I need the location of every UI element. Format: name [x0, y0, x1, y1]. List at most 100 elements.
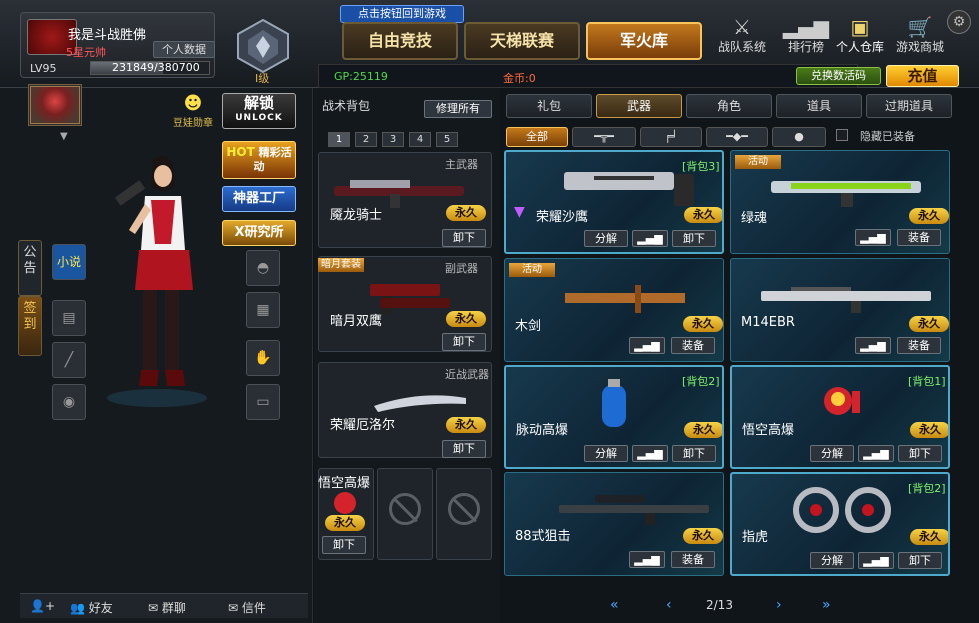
- hide-equipped-checkbox[interactable]: [836, 129, 848, 141]
- group-chat-button[interactable]: ✉ 群聊: [148, 599, 186, 616]
- weapon-card[interactable]: [背包3] ▼ 荣耀沙鹰 永久 分解 ▂▄▆ 卸下: [504, 150, 724, 254]
- melee-weapon-perm: 永久: [446, 417, 486, 433]
- add-friend-icon[interactable]: 👤+: [30, 599, 55, 613]
- weapon-card[interactable]: [背包1] 悟空高爆 永久 分解 ▂▄▆ 卸下: [730, 365, 950, 469]
- stats-bars-icon[interactable]: ▂▄▆: [858, 552, 894, 569]
- first-page-icon[interactable]: «: [610, 597, 619, 613]
- backpack-slot-icon[interactable]: ▤: [52, 300, 86, 336]
- hot-events-button[interactable]: HOT 精彩活动: [222, 141, 296, 179]
- filter-pistol-icon[interactable]: ╒╛: [640, 127, 702, 147]
- x-lab-button[interactable]: X研究所: [222, 220, 296, 246]
- tab-ladder[interactable]: 天梯联赛: [464, 22, 580, 60]
- disassemble-button[interactable]: 分解: [810, 445, 854, 462]
- weapon-card[interactable]: 活动 木剑 永久 ▂▄▆ 装备: [504, 258, 724, 362]
- doll-medal-icon: ☻: [183, 93, 203, 114]
- equip-button[interactable]: 装备: [897, 337, 941, 354]
- game-mall-button[interactable]: 🛒 游戏商城: [894, 16, 946, 55]
- weapon-card-perm: 永久: [683, 528, 723, 544]
- equip-button[interactable]: 装备: [671, 337, 715, 354]
- weapon-card[interactable]: 88式狙击 永久 ▂▄▆ 装备: [504, 472, 724, 576]
- disassemble-button[interactable]: 分解: [584, 445, 628, 462]
- friends-button[interactable]: 👥 好友: [70, 599, 113, 616]
- stats-bars-icon[interactable]: ▂▄▆: [855, 229, 891, 246]
- personal-warehouse-button[interactable]: ▣ 个人仓库: [834, 16, 886, 55]
- gloves-slot-icon[interactable]: ✋: [246, 340, 280, 376]
- mail-icon: ✉: [228, 601, 239, 615]
- next-page-icon[interactable]: ›: [776, 597, 782, 613]
- mail-button[interactable]: ✉ 信件: [228, 599, 266, 616]
- armor-slot-icon[interactable]: ◉: [52, 384, 86, 420]
- stats-bars-icon[interactable]: ▂▄▆: [629, 551, 665, 568]
- unequip-button[interactable]: 卸下: [898, 552, 942, 569]
- tab-gift-packs[interactable]: 礼包: [506, 94, 592, 118]
- primary-weapon-unequip-button[interactable]: 卸下: [442, 229, 486, 247]
- backpack-page-1[interactable]: 1: [328, 132, 350, 147]
- personal-data-button[interactable]: 个人数据: [153, 41, 215, 58]
- novel-icon[interactable]: 小说: [52, 244, 86, 280]
- filter-melee-icon[interactable]: ━◆━: [706, 127, 768, 147]
- weapon-card-perm: 永久: [910, 529, 948, 545]
- chat-label: 群聊: [161, 601, 186, 615]
- unequip-button[interactable]: 卸下: [672, 445, 716, 462]
- clan-system-button[interactable]: ⚔ 战队系统: [716, 16, 768, 55]
- filter-grenade-icon[interactable]: ●: [772, 127, 826, 147]
- backpack-page-3[interactable]: 3: [382, 132, 404, 147]
- weapon-card[interactable]: [背包2] 脉动高爆 永久 分解 ▂▄▆ 卸下: [504, 365, 724, 469]
- equip-button[interactable]: 装备: [671, 551, 715, 568]
- unequip-button[interactable]: 卸下: [898, 445, 942, 462]
- tab-items[interactable]: 道具: [776, 94, 862, 118]
- tab-expired-items[interactable]: 过期道具: [866, 94, 952, 118]
- empty-slot[interactable]: [436, 468, 492, 560]
- stats-bars-icon[interactable]: ▂▄▆: [632, 230, 668, 247]
- leaderboard-button[interactable]: ▂▄▆ 排行榜: [780, 16, 832, 55]
- signin-tab[interactable]: 签到: [18, 296, 42, 356]
- weapon-card[interactable]: [背包2] 指虎 永久 分解 ▂▄▆ 卸下: [730, 472, 950, 576]
- tab-free-battle[interactable]: 自由竞技: [342, 22, 458, 60]
- backpack-page-4[interactable]: 4: [409, 132, 431, 147]
- character-model: [107, 155, 207, 407]
- recharge-button[interactable]: 充值: [886, 65, 959, 87]
- backpack-page-5[interactable]: 5: [436, 132, 458, 147]
- melee-weapon-unequip-button[interactable]: 卸下: [442, 440, 486, 458]
- empty-slot[interactable]: [377, 468, 433, 560]
- secondary-weapon-set-tag: 暗月套装: [318, 258, 364, 272]
- equip-button[interactable]: 装备: [897, 229, 941, 246]
- secondary-weapon-unequip-button[interactable]: 卸下: [442, 333, 486, 351]
- disassemble-button[interactable]: 分解: [584, 230, 628, 247]
- helmet-slot-icon[interactable]: ◓: [246, 250, 280, 286]
- disassemble-button[interactable]: 分解: [810, 552, 854, 569]
- notice-tab[interactable]: 公告: [18, 240, 42, 296]
- back-to-game-hint[interactable]: 点击按钮回到游戏: [340, 5, 464, 23]
- stats-bars-icon[interactable]: ▂▄▆: [632, 445, 668, 462]
- prev-page-icon[interactable]: ‹: [666, 597, 672, 613]
- unequip-button[interactable]: 卸下: [672, 230, 716, 247]
- tab-armory[interactable]: 军火库: [586, 22, 702, 60]
- vest-slot-icon[interactable]: ▦: [246, 292, 280, 328]
- empty-slot-icon: [448, 493, 480, 525]
- weapon-card[interactable]: 活动 绿魂 永久 ▂▄▆ 装备: [730, 150, 950, 254]
- weapon-slot-icon[interactable]: ╱: [52, 342, 86, 378]
- artifact-factory-button[interactable]: 神器工厂: [222, 186, 296, 212]
- tab-characters[interactable]: 角色: [686, 94, 772, 118]
- unlock-button[interactable]: 解锁 UNLOCK: [222, 93, 296, 129]
- stats-bars-icon[interactable]: ▂▄▆: [858, 445, 894, 462]
- tab-weapons[interactable]: 武器: [596, 94, 682, 118]
- settings-gear-icon[interactable]: ⚙: [947, 10, 971, 34]
- last-page-icon[interactable]: »: [822, 597, 831, 613]
- weapon-card[interactable]: M14EBR 永久 ▂▄▆ 装备: [730, 258, 950, 362]
- redeem-code-button[interactable]: 兑换数活码: [796, 67, 881, 85]
- filter-all[interactable]: 全部: [506, 127, 568, 147]
- boots-slot-icon[interactable]: ▭: [246, 384, 280, 420]
- backpack-page-2[interactable]: 2: [355, 132, 377, 147]
- currency-bar: [318, 64, 858, 88]
- stats-bars-icon[interactable]: ▂▄▆: [855, 337, 891, 354]
- secondary-weapon-label: 副武器: [445, 262, 478, 275]
- grenade-unequip-button[interactable]: 卸下: [322, 536, 366, 554]
- repair-all-button[interactable]: 修理所有: [424, 100, 492, 118]
- doll-medal[interactable]: ☻ 豆娃勋章: [170, 93, 216, 129]
- weapon-card-perm: 永久: [910, 422, 948, 438]
- filter-rifle-icon[interactable]: ━╦━: [572, 127, 636, 147]
- stats-bars-icon[interactable]: ▂▄▆: [629, 337, 665, 354]
- character-dropdown-icon[interactable]: ▼: [60, 131, 68, 142]
- character-portrait[interactable]: [30, 86, 80, 124]
